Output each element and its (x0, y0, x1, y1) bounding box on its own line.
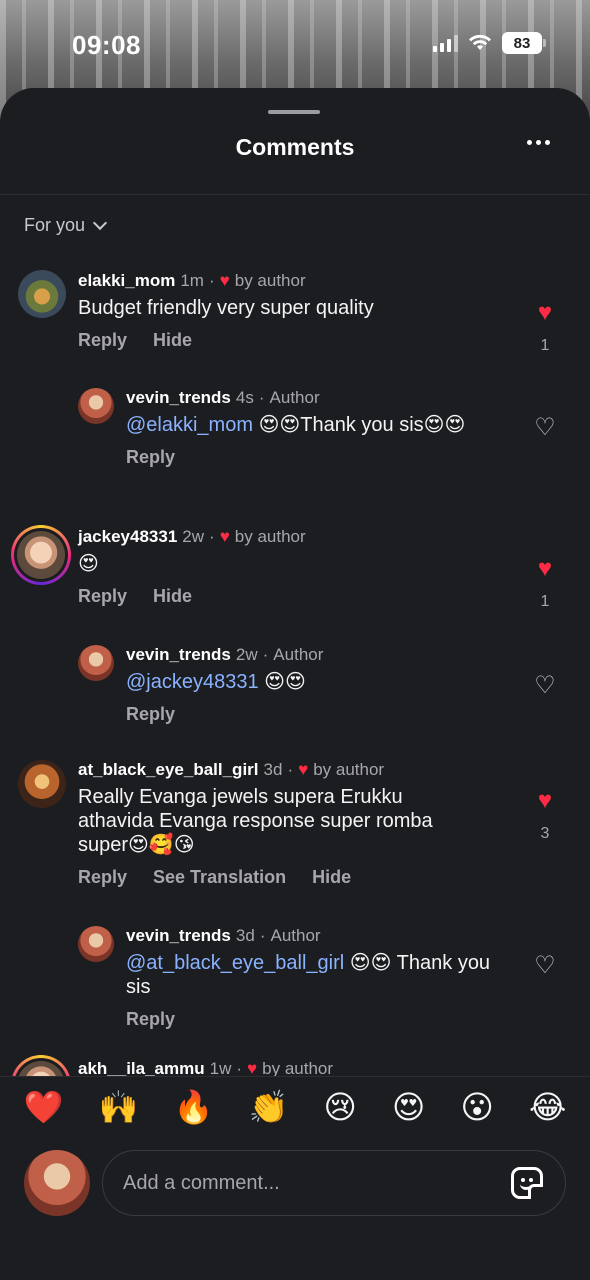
avatar[interactable] (78, 645, 114, 681)
comment-username[interactable]: jackey48331 (78, 527, 177, 547)
heart-outline-icon: ♡ (534, 414, 556, 441)
reply-button[interactable]: Reply (78, 586, 127, 607)
emoji-heart-eyes-button[interactable]: 😍 (392, 1088, 425, 1126)
comment-text: 😍😍 (258, 671, 306, 693)
comment-time: 2w (182, 527, 205, 546)
like-button[interactable]: ♡ (530, 416, 560, 440)
reply-button[interactable]: Reply (126, 704, 175, 725)
comments-sheet: Comments For you elakki_mom 1m · ♥ by au… (0, 88, 590, 1280)
comment-time: 4s (235, 388, 254, 407)
status-bar: 09:08 83 (0, 0, 590, 88)
comment-composer: Add a comment... (0, 1140, 590, 1240)
comment-username[interactable]: akh__ila_ammu (78, 1059, 205, 1076)
emoji-cry-button[interactable]: 😢 (324, 1088, 357, 1126)
emoji-laugh-button[interactable]: 😂 (529, 1088, 566, 1126)
reply-button[interactable]: Reply (78, 330, 127, 351)
wifi-icon (469, 34, 491, 50)
emoji-fire-button[interactable]: 🔥 (174, 1088, 214, 1126)
heart-icon: ♥ (219, 527, 230, 546)
reply-button[interactable]: Reply (78, 867, 127, 888)
reply-button[interactable]: Reply (126, 447, 175, 468)
see-translation-button[interactable]: See Translation (153, 867, 286, 888)
mention-link[interactable]: @jackey48331 (126, 671, 259, 693)
avatar[interactable] (78, 926, 114, 962)
status-icons: 83 (433, 32, 546, 54)
reply-button[interactable]: Reply (126, 1009, 175, 1030)
avatar[interactable] (18, 270, 66, 318)
author-badge: Author (270, 926, 321, 945)
author-badge: Author (269, 388, 320, 407)
heart-icon: ♥ (247, 1059, 258, 1076)
hide-button[interactable]: Hide (153, 586, 192, 607)
comment-input-placeholder: Add a comment... (123, 1171, 280, 1194)
avatar[interactable] (78, 388, 114, 424)
filter-dropdown[interactable]: For you (24, 215, 108, 236)
like-count: 1 (540, 593, 550, 610)
comment-time: 1m (180, 271, 204, 290)
emoji-raised-hands-button[interactable]: 🙌 (99, 1088, 139, 1126)
author-like-badge: by author (313, 760, 385, 779)
avatar[interactable] (18, 760, 66, 808)
like-button[interactable]: ♥ 3 (530, 789, 560, 843)
heart-outline-icon: ♡ (534, 672, 556, 699)
heart-icon: ♥ (537, 787, 553, 814)
like-count: 3 (540, 825, 550, 842)
like-count: 1 (540, 337, 550, 354)
hide-button[interactable]: Hide (312, 867, 351, 888)
filter-label: For you (24, 215, 86, 235)
comment-list[interactable]: For you elakki_mom 1m · ♥ by author Budg… (0, 88, 590, 1076)
comment-text: 😍😍Thank you sis😍😍 (253, 414, 466, 436)
heart-outline-icon: ♡ (534, 952, 556, 979)
heart-icon: ♥ (219, 271, 230, 290)
comment-time: 1w (209, 1059, 232, 1076)
status-time: 09:08 (72, 30, 141, 60)
current-user-avatar (24, 1150, 90, 1216)
comment-text: Budget friendly very super quality (78, 297, 374, 319)
emoji-clap-button[interactable]: 👏 (249, 1088, 289, 1126)
author-like-badge: by author (234, 527, 306, 546)
author-like-badge: by author (234, 271, 306, 290)
mention-link[interactable]: @at_black_eye_ball_girl (126, 952, 344, 974)
sticker-icon[interactable] (511, 1167, 543, 1199)
comment-username[interactable]: vevin_trends (126, 926, 231, 946)
author-like-badge: by author (262, 1059, 334, 1076)
cellular-signal-icon (433, 34, 458, 52)
emoji-surprised-button[interactable]: 😮 (461, 1088, 494, 1126)
mention-link[interactable]: @elakki_mom (126, 414, 253, 436)
like-button[interactable]: ♡ (530, 674, 560, 698)
hide-button[interactable]: Hide (153, 330, 192, 351)
chevron-down-icon (92, 215, 108, 231)
comment-time: 3d (235, 926, 255, 945)
like-button[interactable]: ♡ (530, 954, 560, 978)
emoji-heart-button[interactable]: ❤️ (24, 1088, 64, 1126)
like-button[interactable]: ♥ 1 (530, 301, 560, 355)
comment-text: 😍 (78, 553, 99, 575)
comment-username[interactable]: elakki_mom (78, 271, 175, 291)
avatar[interactable] (11, 1055, 71, 1076)
comment-input[interactable]: Add a comment... (102, 1150, 566, 1216)
comment-username[interactable]: vevin_trends (126, 388, 231, 408)
comment-time: 2w (235, 645, 258, 664)
comment-username[interactable]: vevin_trends (126, 645, 231, 665)
comment-time: 3d (263, 760, 283, 779)
heart-icon: ♥ (537, 299, 553, 326)
like-button[interactable]: ♥ 1 (530, 557, 560, 611)
author-badge: Author (273, 645, 324, 664)
heart-icon: ♥ (298, 760, 309, 779)
battery-icon: 83 (502, 32, 546, 54)
quick-emoji-bar: ❤️ 🙌 🔥 👏 😢 😍 😮 😂 (0, 1076, 590, 1136)
comment-username[interactable]: at_black_eye_ball_girl (78, 760, 259, 780)
comment-text: Really Evanga jewels supera Erukku athav… (78, 786, 433, 856)
heart-icon: ♥ (537, 555, 553, 582)
avatar[interactable] (11, 525, 71, 585)
